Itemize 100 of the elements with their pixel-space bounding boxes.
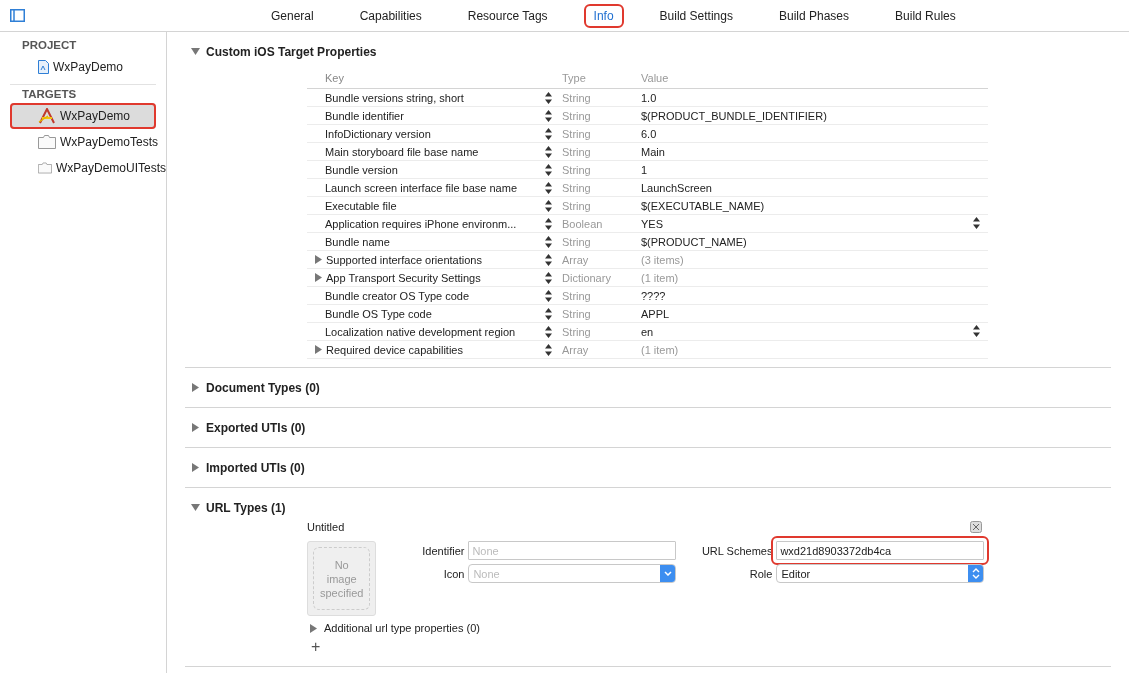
folder-icon (38, 135, 56, 149)
tab[interactable]: Build Rules (887, 5, 964, 26)
folder-icon (38, 161, 52, 175)
type-cell-text: String (562, 91, 592, 104)
document-icon (38, 60, 49, 74)
sidebar-item[interactable]: WxPayDemo (10, 103, 156, 129)
disclosure-triangle-icon[interactable] (309, 623, 318, 633)
stepper-icon[interactable] (545, 343, 552, 356)
value-cell-text: YES (641, 217, 664, 230)
disclosure-triangle-icon[interactable] (191, 382, 200, 392)
stepper-icon[interactable] (545, 163, 552, 176)
tab[interactable]: Info (585, 5, 622, 26)
additional-properties-label[interactable]: Additional url type properties (0) (324, 622, 480, 634)
type-cell-text: String (562, 289, 592, 302)
type-cell-text: String (562, 109, 592, 122)
sidebar-item[interactable]: WxPayDemo (0, 54, 166, 80)
value-cell-text: (1 item) (641, 271, 680, 284)
value-cell-text: APPL (641, 307, 671, 320)
tab[interactable]: Build Phases (771, 5, 858, 26)
stepper-icon[interactable] (545, 145, 552, 158)
section-title[interactable]: Document Types (0) (206, 380, 320, 395)
add-button[interactable]: + (307, 638, 325, 656)
stepper-icon[interactable] (545, 109, 552, 122)
role-select[interactable]: Editor (776, 564, 985, 583)
sidebar-item[interactable]: WxPayDemoTests (0, 129, 166, 155)
type-cell-text: Array (562, 253, 590, 266)
stepper-icon[interactable] (545, 199, 552, 212)
type-cell-text: String (562, 325, 592, 338)
app-target-icon (38, 108, 56, 124)
stepper-icon[interactable] (545, 325, 552, 338)
column-header: Value (641, 71, 670, 84)
stepper-icon[interactable] (545, 253, 552, 266)
field-label: Role (748, 567, 773, 580)
field-label: URL Schemes (700, 544, 773, 557)
disclosure-triangle-icon[interactable] (314, 344, 323, 354)
value-cell-text: 1 (641, 163, 649, 176)
type-cell-text: String (562, 199, 592, 212)
value-cell-text: 1.0 (641, 91, 658, 104)
value-cell-text: (1 item) (641, 343, 680, 356)
key-cell: App Transport Security Settings (326, 271, 481, 284)
disclosure-triangle-icon[interactable] (191, 502, 200, 512)
close-icon[interactable] (970, 521, 982, 533)
sidebar-item[interactable]: WxPayDemoUITests (0, 155, 166, 181)
type-cell-text: Boolean (562, 217, 604, 230)
popup-arrows-icon[interactable] (973, 324, 980, 337)
tab[interactable]: Resource Tags (459, 5, 556, 26)
stepper-icon[interactable] (545, 127, 552, 140)
group-title: PROJECT (21, 38, 78, 53)
chevron-down-icon (663, 571, 672, 576)
stepper-icon[interactable] (545, 235, 552, 248)
type-cell-text: Array (562, 343, 590, 356)
key-cell: Bundle name (325, 235, 390, 248)
popup-arrows-icon[interactable] (973, 216, 980, 229)
group-title: TARGETS (21, 87, 78, 102)
value-cell-text: en (641, 325, 655, 338)
key-cell: Localization native development region (325, 325, 516, 338)
key-cell: Application requires iPhone environm... (325, 217, 517, 230)
field-label: Icon (442, 567, 465, 580)
key-cell: Bundle identifier (325, 109, 404, 122)
key-cell: Executable file (325, 199, 397, 212)
field-label: Identifier (421, 544, 465, 557)
stepper-icon[interactable] (545, 91, 552, 104)
key-cell: Bundle OS Type code (325, 307, 432, 320)
value-cell-text: ???? (641, 289, 667, 302)
column-header: Key (324, 71, 345, 84)
key-cell: Launch screen interface file base name (325, 181, 517, 194)
stepper-icon[interactable] (545, 217, 552, 230)
identifier-field[interactable]: None (468, 541, 677, 560)
up-down-chevron-icon (971, 568, 980, 579)
tab[interactable]: Capabilities (351, 5, 430, 26)
value-cell-text: $(EXECUTABLE_NAME) (641, 199, 766, 212)
sidebar-toggle-icon[interactable] (10, 9, 25, 22)
type-cell-text: String (562, 145, 592, 158)
key-cell: Bundle version (325, 163, 398, 176)
section-title[interactable]: Exported UTIs (0) (206, 420, 306, 435)
disclosure-triangle-icon[interactable] (191, 422, 200, 432)
disclosure-triangle-icon[interactable] (191, 46, 200, 56)
section-title[interactable]: URL Types (1) (206, 500, 286, 515)
key-cell: Bundle versions string, short (325, 91, 464, 104)
stepper-icon[interactable] (545, 271, 552, 284)
value-cell-text: LaunchScreen (641, 181, 713, 194)
key-cell: InfoDictionary version (325, 127, 431, 140)
type-cell-text: String (562, 181, 592, 194)
tab[interactable]: General (263, 5, 322, 26)
stepper-icon[interactable] (545, 307, 552, 320)
value-cell-text: (3 items) (641, 253, 685, 266)
type-cell-text: String (562, 127, 592, 140)
value-cell-text: 6.0 (641, 127, 658, 140)
value-cell-text: $(PRODUCT_BUNDLE_IDENTIFIER) (641, 109, 828, 122)
tab[interactable]: Build Settings (651, 5, 741, 26)
url-type-title: Untitled (307, 521, 345, 533)
key-cell: Bundle creator OS Type code (325, 289, 470, 302)
section-title[interactable]: Custom iOS Target Properties (206, 44, 377, 59)
disclosure-triangle-icon[interactable] (191, 462, 200, 472)
section-title[interactable]: Imported UTIs (0) (206, 460, 305, 475)
value-cell-text: $(PRODUCT_NAME) (641, 235, 748, 248)
key-cell: Required device capabilities (326, 343, 463, 356)
image-placeholder-text: No image specified (313, 547, 371, 610)
stepper-icon[interactable] (545, 289, 552, 302)
stepper-icon[interactable] (545, 181, 552, 194)
